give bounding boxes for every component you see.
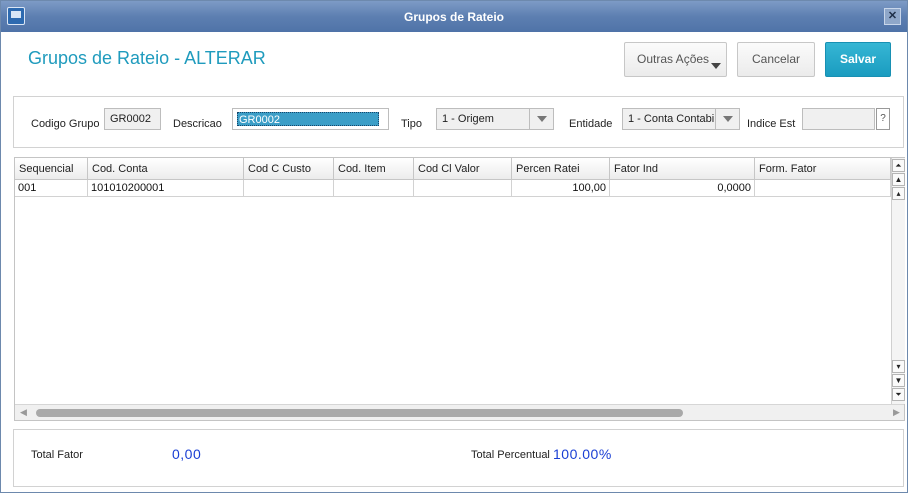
codigo-grupo-field[interactable]: GR0002 [104,108,161,130]
page-down-icon[interactable]: ▼ [892,374,905,387]
codigo-grupo-label: Codigo Grupo [31,118,100,130]
descricao-field[interactable]: GR0002 [232,108,389,130]
cell-form-fator[interactable] [755,180,891,197]
save-button[interactable]: Salvar [825,42,891,77]
chevron-down-icon [711,63,721,69]
column-header-percen-ratei[interactable]: Percen Ratei [512,158,610,180]
cell-percen-ratei[interactable]: 100,00 [512,180,610,197]
descricao-value: GR0002 [237,112,379,126]
horizontal-scroll-thumb[interactable] [36,409,683,417]
total-percentual-label: Total Percentual [471,449,550,461]
page-up-icon[interactable]: ▲ [892,173,905,186]
scroll-top-icon[interactable]: ⏶ [892,159,905,172]
tipo-select[interactable]: 1 - Origem [436,108,554,130]
tipo-value: 1 - Origem [442,113,494,125]
indice-est-label: Indice Est [747,118,796,130]
page-title: Grupos de Rateio - ALTERAR [28,48,266,68]
cell-cod-c-custo[interactable] [244,180,334,197]
entidade-value: 1 - Conta Contabil [628,113,717,125]
cell-cod-cl-valor[interactable] [414,180,512,197]
column-header-cod-conta[interactable]: Cod. Conta [88,158,244,180]
close-icon[interactable]: ✕ [884,8,901,25]
window-title: Grupos de Rateio [403,10,504,24]
entidade-label: Entidade [569,118,613,130]
scroll-up-icon[interactable]: ▴ [892,187,905,200]
tipo-label: Tipo [401,118,422,130]
grid-header: Sequencial Cod. Conta Cod C Custo Cod. I… [15,158,891,180]
totals-panel [13,429,904,487]
help-button[interactable]: ? [876,108,890,130]
cell-fator-ind[interactable]: 0,0000 [610,180,755,197]
outras-acoes-label: Outras Ações [637,52,710,66]
scroll-down-icon[interactable]: ▾ [892,360,905,373]
dialog-window: Grupos de Rateio ✕ Grupos de Rateio - AL… [0,0,908,493]
column-header-cod-c-custo[interactable]: Cod C Custo [244,158,334,180]
rateio-grid: Sequencial Cod. Conta Cod C Custo Cod. I… [14,157,905,421]
cancel-button[interactable]: Cancelar [737,42,815,77]
total-fator-label: Total Fator [31,449,83,461]
chevron-down-icon[interactable] [715,109,739,129]
column-header-sequencial[interactable]: Sequencial [15,158,88,180]
cell-cod-item[interactable] [334,180,414,197]
descricao-label: Descricao [173,118,222,130]
vertical-scrollbar[interactable]: ⏶ ▲ ▴ ▾ ▼ ⏷ [891,158,905,404]
scroll-left-icon[interactable]: ◀ [20,407,27,418]
indice-est-field[interactable] [802,108,875,130]
column-header-fator-ind[interactable]: Fator Ind [610,158,755,180]
total-fator-value: 0,00 [172,446,202,462]
chevron-down-icon[interactable] [529,109,553,129]
title-bar: Grupos de Rateio ✕ [1,1,907,32]
entidade-select[interactable]: 1 - Conta Contabil [622,108,740,130]
column-header-form-fator[interactable]: Form. Fator [755,158,891,180]
scroll-right-icon[interactable]: ▶ [893,407,900,418]
outras-acoes-button[interactable]: Outras Ações [624,42,727,77]
cell-cod-conta[interactable]: 101010200001 [88,180,244,197]
cell-sequencial[interactable]: 001 [15,180,88,197]
horizontal-scrollbar[interactable]: ◀ ▶ [15,404,904,420]
column-header-cod-cl-valor[interactable]: Cod Cl Valor [414,158,512,180]
scroll-bottom-icon[interactable]: ⏷ [892,388,905,401]
total-percentual-value: 100.00% [553,446,612,462]
column-header-cod-item[interactable]: Cod. Item [334,158,414,180]
